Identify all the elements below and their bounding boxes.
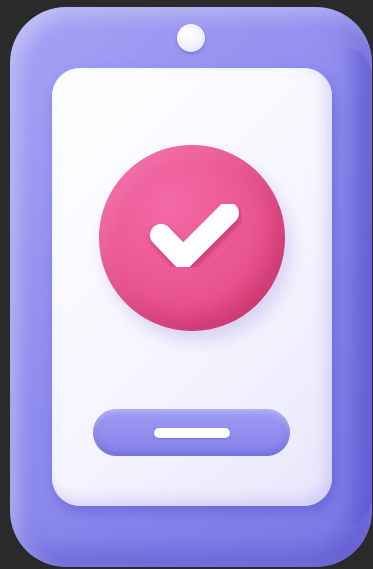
home-button[interactable] [93, 409, 290, 456]
check-badge [99, 145, 285, 331]
camera-dot-icon [177, 24, 205, 52]
checkmark-icon [150, 202, 239, 269]
home-indicator-line [154, 428, 230, 438]
illustration-canvas [0, 0, 373, 569]
